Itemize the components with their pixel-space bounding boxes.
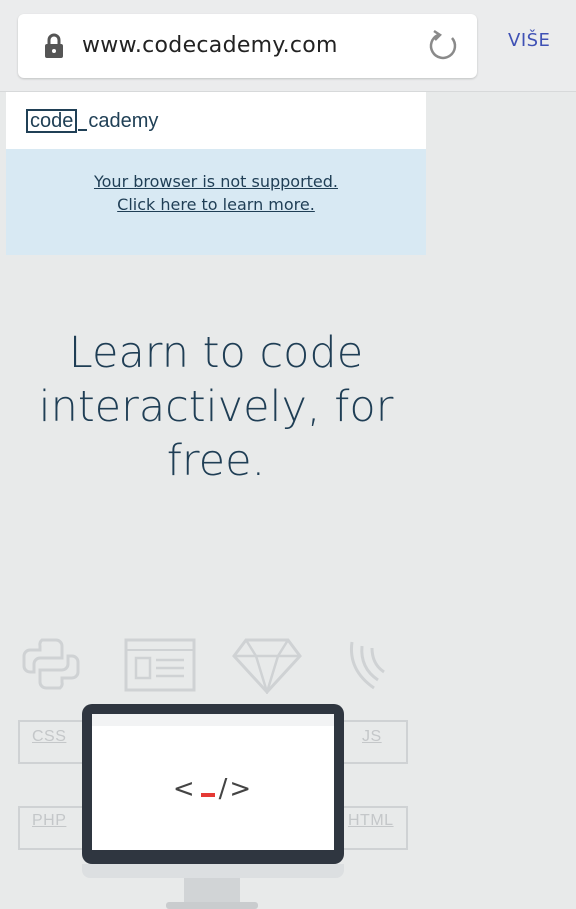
monitor-icon: < /> [82,704,344,864]
monitor-chin [82,864,344,878]
url-text[interactable]: www.codecademy.com [82,30,338,62]
html-tag-label: HTML [348,812,394,829]
browser-notice-link[interactable]: Your browser is not supported. Click her… [76,170,356,216]
monitor-stand-base [166,902,258,909]
code-glyph: < /> [92,774,334,804]
lock-icon [45,33,63,58]
logo-cursor [78,129,88,131]
logo-code-box: code [26,109,78,133]
hero-heading: Learn to code interactively, for free. [6,326,426,488]
address-bar[interactable]: www.codecademy.com [18,14,477,78]
hero-illustration: CSS PHP JS HTML < /> [6,622,426,909]
hero-line-2: interactively, for [38,382,394,432]
screen-top-bar [92,714,334,726]
monitor-screen: < /> [92,714,334,850]
php-tag-label: PHP [32,812,67,829]
more-button[interactable]: VIŠE [508,30,550,51]
reload-icon[interactable] [425,28,461,64]
hero-line-3: free. [166,436,266,486]
logo-cademy: cademy [88,110,159,132]
browser-toolbar: www.codecademy.com VIŠE [0,0,576,92]
web-page: code cademy Your browser is not supporte… [6,92,426,909]
site-header: code cademy [6,92,426,149]
js-tag-label: JS [362,728,382,745]
wifi-arc-icon [349,641,385,690]
code-close-bracket: /> [218,774,254,804]
codecademy-logo[interactable]: code cademy [26,109,158,133]
code-open-bracket: < [172,774,197,804]
css-tag-label: CSS [32,728,67,745]
red-cursor [200,793,215,797]
hero-line-1: Learn to code [68,328,364,378]
browser-window-icon [124,638,196,692]
monitor-stand [184,878,240,904]
ruby-gem-icon [232,638,302,694]
python-icon [22,638,80,690]
browser-notice-banner: Your browser is not supported. Click her… [6,149,426,255]
